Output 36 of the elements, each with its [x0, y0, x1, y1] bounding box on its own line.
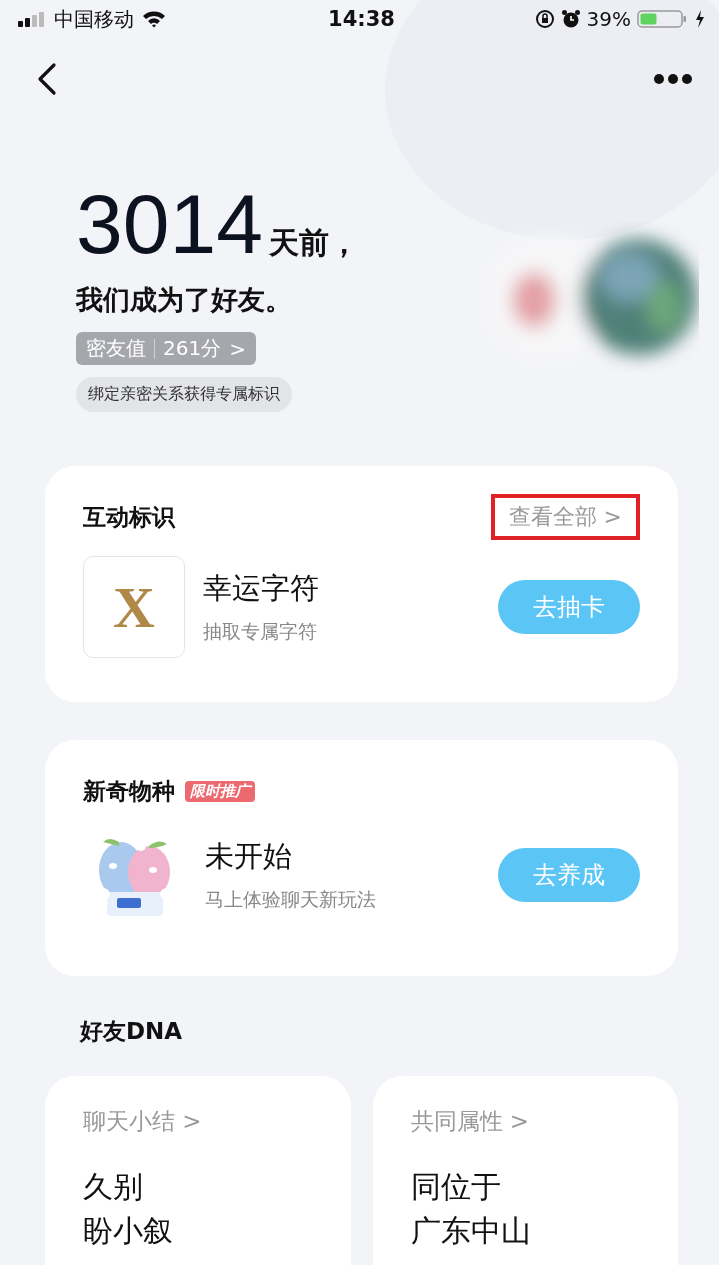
section-title: 好友DNA	[78, 1017, 184, 1046]
alarm-icon	[560, 9, 581, 29]
back-icon[interactable]	[36, 62, 58, 96]
charging-icon	[695, 10, 705, 28]
dna-card-text: 久别	[83, 1168, 144, 1206]
days-suffix: 天前，	[268, 224, 359, 262]
dna-card-text: 盼小叙	[83, 1212, 174, 1250]
dna-card[interactable]: 共同属性 > 同位于 广东中山	[372, 1076, 678, 1265]
dna-card-heading: 共同属性 >	[410, 1107, 531, 1136]
item-description: 抽取专属字符	[203, 619, 318, 644]
battery-percent: 39%	[586, 7, 631, 31]
card-title: 新奇物种	[83, 776, 175, 806]
dna-card-heading: 聊天小结 >	[83, 1107, 203, 1136]
dna-card-text: 广东中山	[410, 1212, 532, 1250]
item-description: 马上体验聊天新玩法	[205, 887, 377, 912]
dna-card-text: 同位于	[410, 1168, 502, 1206]
rotation-lock-icon	[534, 9, 555, 29]
intimacy-score-pill[interactable]: 密友值 261分 >	[76, 332, 256, 365]
promo-tag: 限时推广	[185, 780, 255, 802]
days-count: 3014	[76, 182, 263, 266]
card-title: 互动标识	[83, 502, 175, 532]
tip-bubble: 绑定亲密关系获得专属标识	[76, 377, 292, 412]
signal-icon	[18, 11, 46, 27]
action-button[interactable]: 去养成	[498, 848, 640, 902]
lucky-letter-tile: X	[83, 556, 185, 658]
status-time: 14:38	[328, 7, 395, 31]
more-icon[interactable]	[653, 73, 693, 85]
dna-card[interactable]: 聊天小结 > 久别 盼小叙	[45, 1076, 351, 1265]
carrier-name: 中国移动	[54, 5, 134, 33]
battery-icon	[637, 9, 689, 29]
action-button[interactable]: 去抽卡	[498, 580, 640, 634]
item-name: 幸运字符	[203, 570, 320, 607]
friendship-subtitle: 我们成为了好友。	[76, 283, 293, 317]
item-name: 未开始	[205, 838, 293, 875]
view-all-link[interactable]: 查看全部 >	[490, 494, 640, 540]
wifi-icon	[142, 10, 166, 28]
